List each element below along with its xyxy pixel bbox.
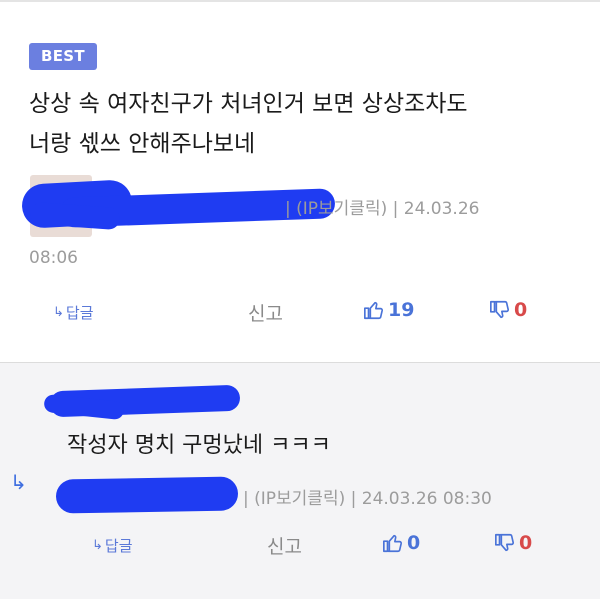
reply-upvote-count: 0 <box>407 532 421 554</box>
reply-label: 답글 <box>65 304 94 322</box>
thumbs-down-icon <box>490 300 510 319</box>
top-divider <box>0 0 600 2</box>
best-comment-text: 상상 속 여자친구가 처녀인거 보면 상상조차도 너랑 섻쓰 안해주나보네 <box>29 84 574 164</box>
comment-screen: BEST 상상 속 여자친구가 처녀인거 보면 상상조차도 너랑 섻쓰 안해주나… <box>0 0 600 599</box>
redacted-reply-meta <box>55 476 239 514</box>
reply-arrow-icon: ↳ <box>53 305 64 320</box>
reply-downvote-count: 0 <box>519 532 533 554</box>
thumbs-down-icon <box>495 533 515 552</box>
nested-reply-arrow-icon: ↳ <box>10 470 27 494</box>
reply-comment-actions: ↳ 답글 신고 0 0 <box>0 529 600 563</box>
best-badge: BEST <box>29 43 97 70</box>
upvote-button[interactable]: 19 <box>363 299 414 321</box>
downvote-button[interactable]: 0 <box>489 299 527 321</box>
reply-reply-button[interactable]: ↳ 답글 <box>92 535 133 556</box>
reply-meta: | (IP보기클릭) | 24.03.26 08:30 <box>243 489 492 509</box>
thumbs-up-icon <box>364 301 384 320</box>
downvote-count: 0 <box>514 299 528 321</box>
reply-arrow-icon: ↳ <box>92 538 103 553</box>
reply-reply-label: 답글 <box>104 537 133 555</box>
best-comment-actions: ↳ 답글 신고 19 0 <box>0 296 600 330</box>
comment-meta: | (IP보기클릭) | 24.03.26 <box>285 199 480 219</box>
reply-downvote-button[interactable]: 0 <box>494 532 532 554</box>
report-button[interactable]: 신고 <box>248 299 283 326</box>
reply-upvote-button[interactable]: 0 <box>382 532 420 554</box>
reply-button[interactable]: ↳ 답글 <box>53 302 94 323</box>
reply-report-button[interactable]: 신고 <box>267 532 302 559</box>
best-comment-line-2: 너랑 섻쓰 안해주나보네 <box>29 131 256 157</box>
upvote-count: 19 <box>388 299 415 321</box>
comment-time: 08:06 <box>29 248 78 268</box>
thumbs-up-icon <box>383 534 403 553</box>
reply-comment-text: 작성자 명치 구멍났네 ㅋㅋㅋ <box>67 433 331 458</box>
best-comment-line-1: 상상 속 여자친구가 처녀인거 보면 상상조차도 <box>29 91 468 117</box>
